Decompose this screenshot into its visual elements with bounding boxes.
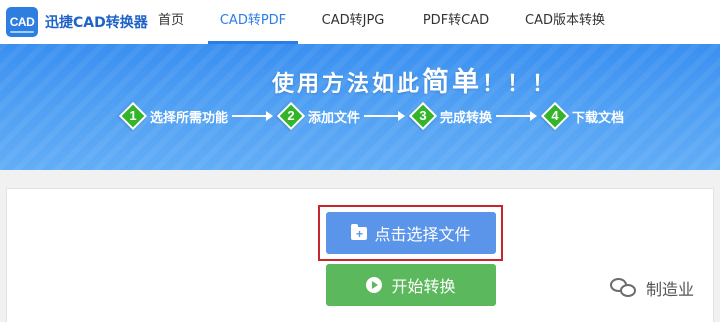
app-name: 迅捷CAD转换器	[45, 15, 148, 31]
nav-item-cad-to-pdf[interactable]: CAD转PDF	[208, 0, 298, 44]
nav-item-cad-to-jpg[interactable]: CAD转JPG	[308, 0, 398, 44]
step-number-diamond-icon: 3	[408, 101, 438, 131]
step-2: 2 添加文件	[276, 101, 410, 131]
nav-item-pdf-to-cad[interactable]: PDF转CAD	[408, 0, 504, 44]
step-number: 4	[551, 108, 559, 123]
arrow-right-icon	[232, 111, 274, 121]
step-number: 1	[129, 108, 137, 123]
step-label: 完成转换	[440, 110, 493, 126]
step-label: 选择所需功能	[150, 110, 229, 126]
step-3: 3 完成转换	[408, 101, 542, 131]
step-label: 下载文档	[572, 110, 625, 126]
app-logo[interactable]: CAD 迅捷CAD转换器	[6, 6, 148, 38]
main-nav: 首页 CAD转PDF CAD转JPG PDF转CAD CAD版本转换	[140, 0, 620, 44]
headline-emphasis: 简单	[422, 67, 483, 98]
step-1: 1 选择所需功能	[118, 101, 278, 131]
nav-item-home[interactable]: 首页	[140, 0, 202, 44]
steps-row: 1 选择所需功能 2 添加文件 3 完成转换 4 下载文档	[118, 101, 625, 131]
headline-suffix: ！！！	[482, 72, 558, 97]
start-convert-button[interactable]: 开始转换	[326, 264, 496, 306]
arrow-right-icon	[364, 111, 406, 121]
instructions-banner: 使用方法如此简单！！！ 1 选择所需功能 2 添加文件 3 完成转换 4 下载文…	[0, 44, 720, 170]
headline-prefix: 使用方法如此	[272, 72, 423, 97]
folder-add-icon	[351, 223, 368, 240]
arrow-right-icon	[496, 111, 538, 121]
watermark: 制造业	[610, 276, 694, 300]
step-number-diamond-icon: 2	[276, 101, 306, 131]
cad-logo-icon: CAD	[6, 7, 38, 37]
step-number: 3	[419, 108, 427, 123]
step-number-diamond-icon: 4	[540, 101, 570, 131]
watermark-text: 制造业	[646, 280, 695, 299]
start-convert-label: 开始转换	[391, 277, 456, 296]
wechat-logo-icon	[610, 276, 638, 300]
step-number: 2	[287, 108, 295, 123]
select-file-label: 点击选择文件	[374, 225, 471, 244]
nav-item-cad-version-convert[interactable]: CAD版本转换	[510, 0, 620, 44]
play-icon	[366, 277, 383, 293]
step-4: 4 下载文档	[540, 101, 625, 131]
top-navigation-bar: CAD 迅捷CAD转换器 首页 CAD转PDF CAD转JPG PDF转CAD …	[0, 0, 720, 44]
select-file-button[interactable]: 点击选择文件	[326, 212, 496, 254]
banner-headline: 使用方法如此简单！！！	[272, 60, 557, 99]
step-number-diamond-icon: 1	[118, 101, 148, 131]
step-label: 添加文件	[308, 110, 361, 126]
